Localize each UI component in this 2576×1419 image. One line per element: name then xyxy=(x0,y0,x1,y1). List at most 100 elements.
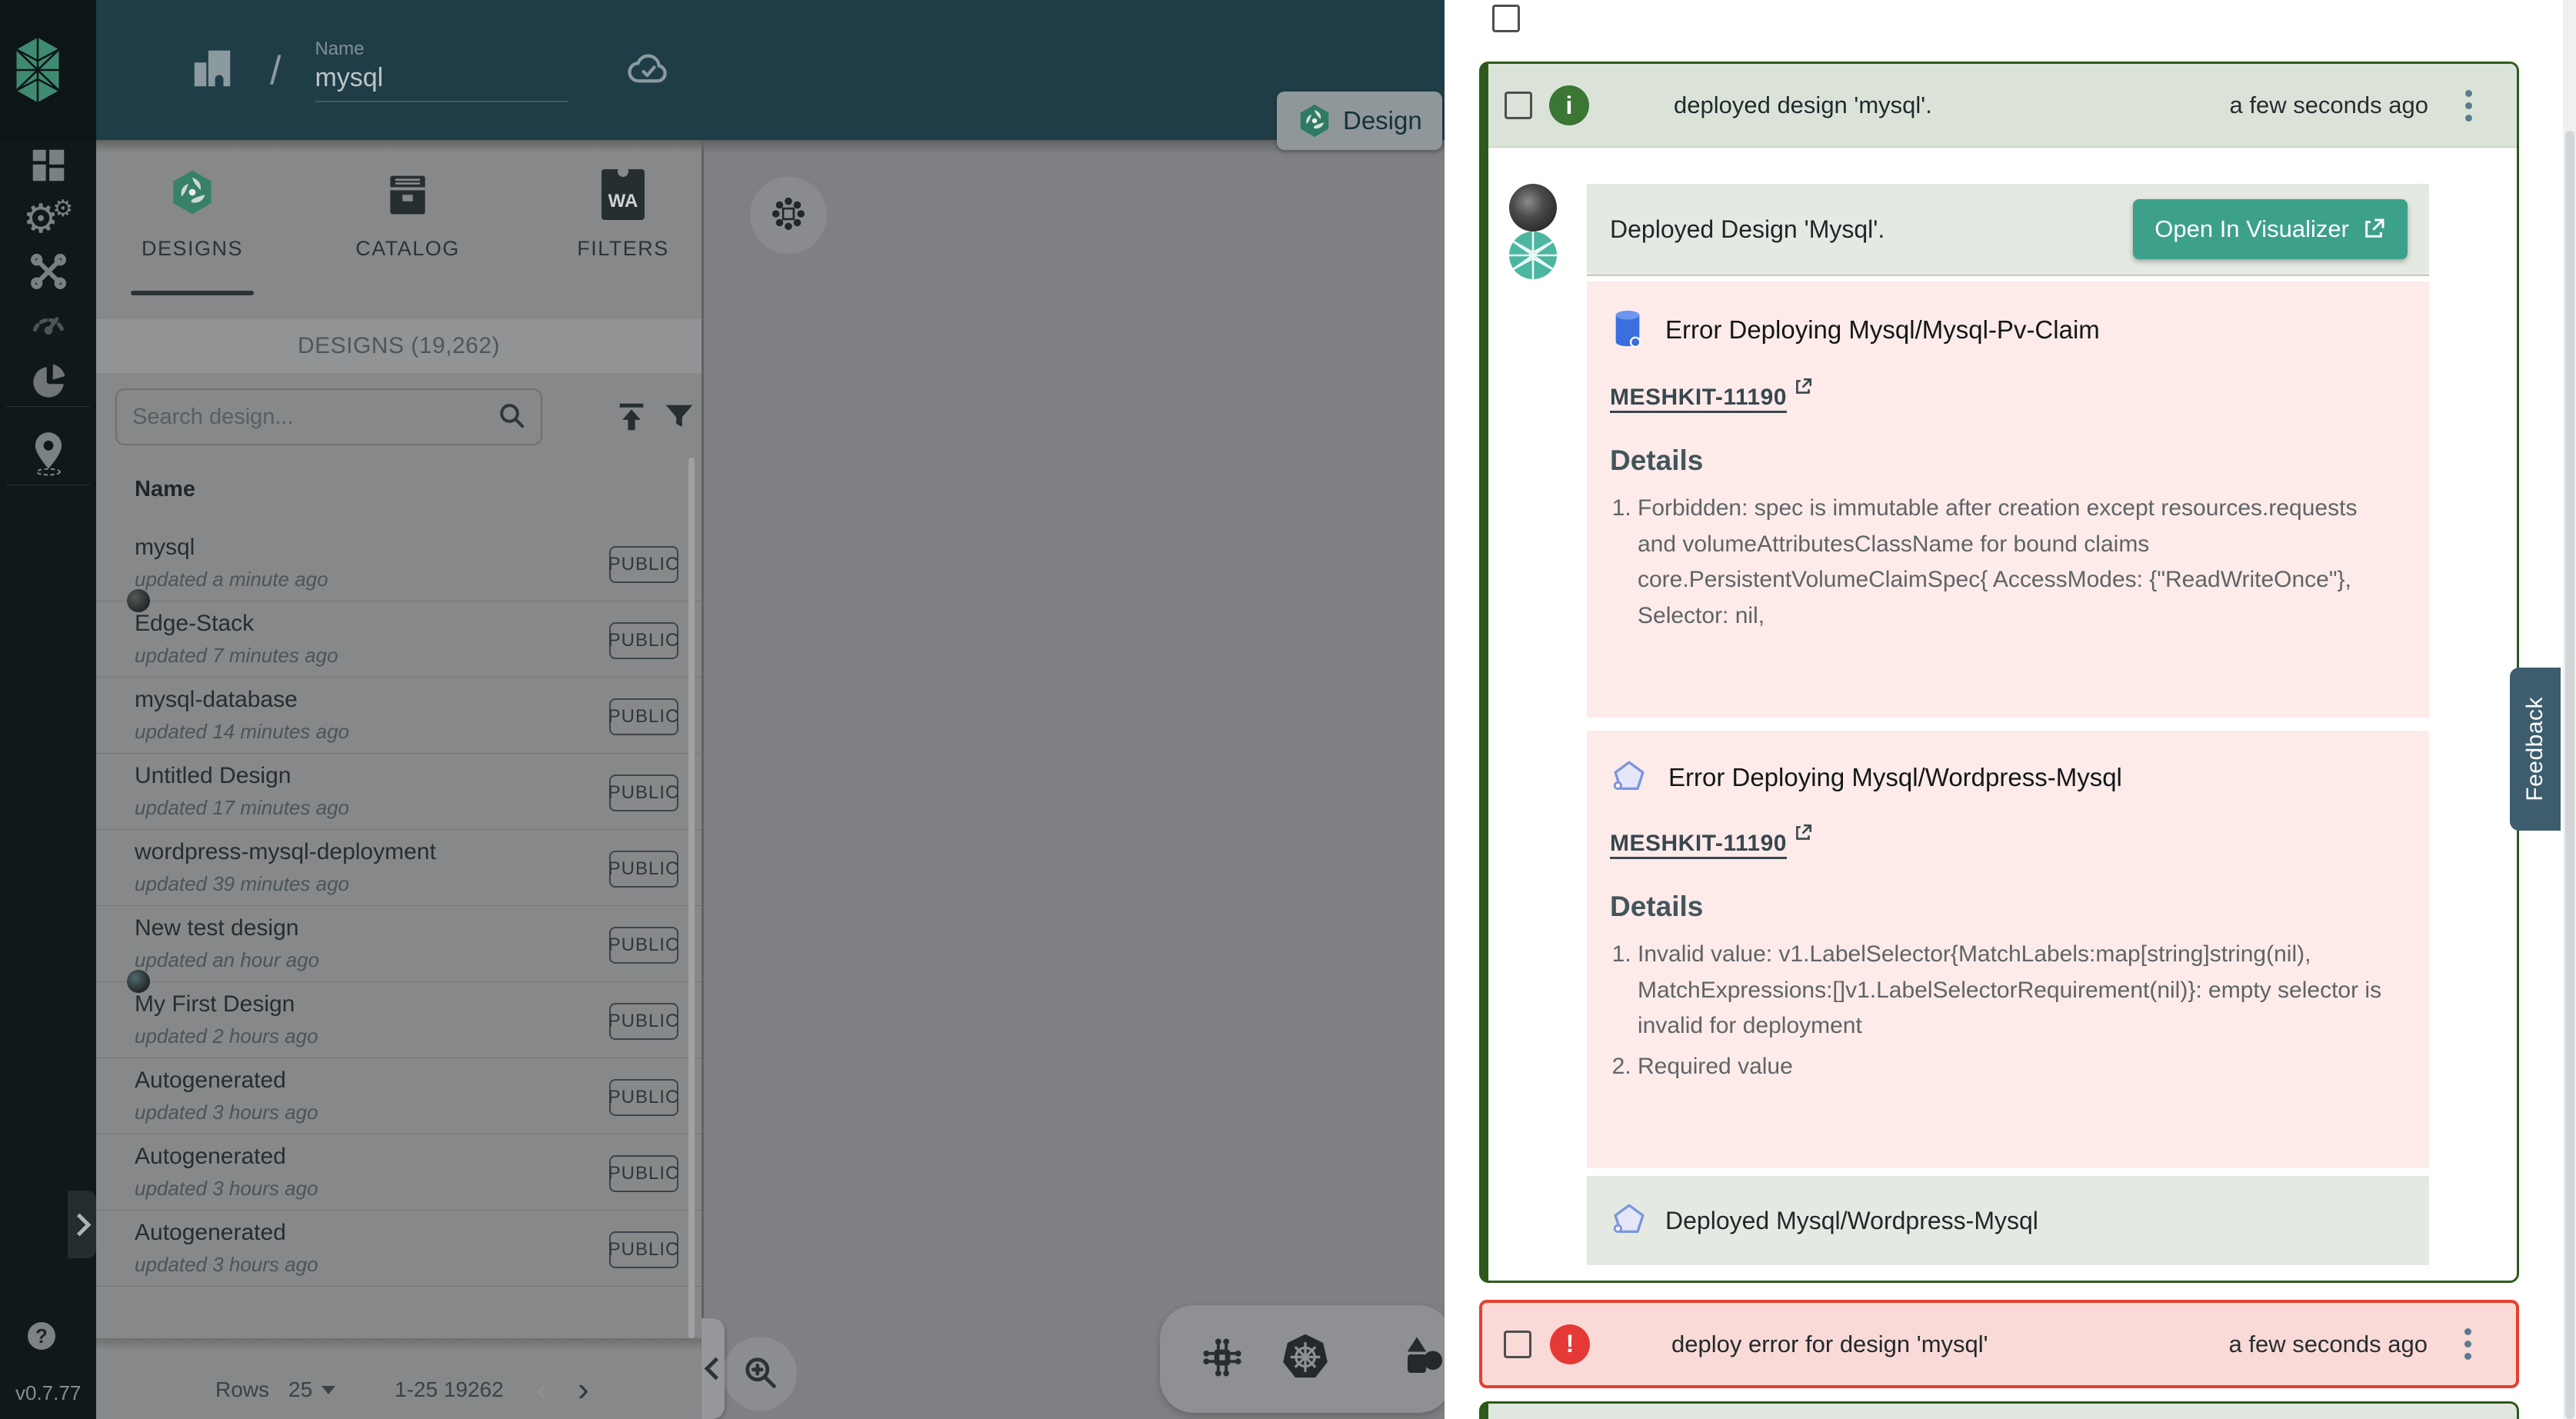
design-updated: updated an hour ago xyxy=(135,948,319,972)
error-detail-item: Forbidden: spec is immutable after creat… xyxy=(1638,491,2398,634)
visibility-badge: PUBLIC xyxy=(609,851,678,888)
design-name: My First Design xyxy=(135,991,295,1018)
visibility-badge: PUBLIC xyxy=(609,546,678,583)
kebab-menu-icon[interactable] xyxy=(2464,1328,2471,1360)
meshery-avatar xyxy=(1509,232,1557,279)
notification-checkbox[interactable] xyxy=(1504,1331,1531,1358)
open-in-visualizer-button[interactable]: Open In Visualizer xyxy=(2133,199,2408,259)
design-name: mysql xyxy=(135,535,195,561)
question-mark-icon: ? xyxy=(35,1324,48,1348)
design-name: Autogenerated xyxy=(135,1144,286,1170)
visibility-badge: PUBLIC xyxy=(609,927,678,964)
external-link-icon xyxy=(1793,823,1813,843)
design-row[interactable]: Autogenerated updated 3 hours ago PUBLIC xyxy=(96,1211,701,1287)
select-all-checkbox[interactable] xyxy=(1492,5,1520,32)
owner-avatar xyxy=(127,589,150,612)
organization-building-icon xyxy=(188,45,236,96)
design-row[interactable]: Edge-Stack updated 7 minutes ago PUBLIC xyxy=(96,601,701,678)
performance-icon[interactable] xyxy=(0,297,96,346)
chevron-left-icon xyxy=(704,1357,727,1381)
design-updated: updated 3 hours ago xyxy=(135,1101,318,1124)
meshkit-error-link[interactable]: MESHKIT-11190 xyxy=(1610,831,1787,857)
design-row[interactable]: New test design updated an hour ago PUBL… xyxy=(96,906,701,982)
design-updated: updated 7 minutes ago xyxy=(135,644,338,668)
design-node[interactable] xyxy=(750,177,827,254)
design-updated: updated a minute ago xyxy=(135,568,328,591)
design-row[interactable]: Autogenerated updated 3 hours ago PUBLIC xyxy=(96,1134,701,1211)
chevron-right-icon xyxy=(68,1213,92,1236)
column-header-name: Name xyxy=(135,477,195,502)
configuration-icon[interactable] xyxy=(0,247,96,296)
notification-title: deploy error for design 'mysql' xyxy=(1671,1331,1988,1358)
design-row[interactable]: mysql updated a minute ago PUBLIC xyxy=(96,525,701,601)
notification-card-success: i deployed design 'mysql'. a few seconds… xyxy=(1479,62,2519,1283)
lifecycle-icon[interactable]: ⚙ ⚙ xyxy=(0,195,96,244)
design-row[interactable]: Untitled Design updated 17 minutes ago P… xyxy=(96,754,701,830)
page-size-select[interactable]: 25 xyxy=(288,1371,335,1409)
external-link-icon xyxy=(2361,217,2386,241)
search-design-field[interactable] xyxy=(115,388,542,445)
meshkit-error-link[interactable]: MESHKIT-11190 xyxy=(1610,385,1787,411)
design-row[interactable]: Autogenerated updated 3 hours ago PUBLIC xyxy=(96,1058,701,1134)
tab-filters[interactable]: WA FILTERS xyxy=(558,155,688,286)
deploy-error-block: Error Deploying Mysql/Wordpress-Mysql ME… xyxy=(1587,731,2429,1168)
panel-collapse-handle[interactable] xyxy=(701,1318,725,1419)
list-scrollbar[interactable] xyxy=(688,458,695,1338)
rail-expand-handle[interactable] xyxy=(68,1191,96,1258)
cloud-save-status-icon[interactable] xyxy=(625,45,671,95)
tab-designs[interactable]: DESIGNS xyxy=(127,155,258,286)
meshery-logo[interactable] xyxy=(0,0,96,140)
deployed-design-text: Deployed Design 'Mysql'. xyxy=(1610,215,1885,244)
notification-title: deployed design 'mysql'. xyxy=(1674,92,1932,119)
location-pin-icon[interactable] xyxy=(0,429,96,478)
notification-header[interactable]: i deployed design 'mysql'. a few seconds… xyxy=(1488,64,2517,148)
error-icon: ! xyxy=(1550,1324,1590,1364)
filter-funnel-button[interactable] xyxy=(659,397,699,437)
design-mode-chip[interactable]: Design xyxy=(1277,92,1442,150)
info-icon: i xyxy=(1549,85,1589,125)
tab-catalog[interactable]: CATALOG xyxy=(342,155,473,286)
mode-chip-label: Design xyxy=(1343,106,1422,135)
feedback-tab[interactable]: Feedback xyxy=(2510,668,2561,831)
design-name: mysql-database xyxy=(135,687,298,713)
design-updated: updated 14 minutes ago xyxy=(135,720,349,744)
user-avatar xyxy=(1509,184,1557,232)
design-row[interactable]: wordpress-mysql-deployment updated 39 mi… xyxy=(96,830,701,906)
kubernetes-icon[interactable] xyxy=(1280,1332,1331,1387)
design-name-input[interactable] xyxy=(315,60,568,102)
design-name: Untitled Design xyxy=(135,763,291,789)
dashboard-icon[interactable] xyxy=(0,141,96,190)
design-canvas xyxy=(704,140,1445,1419)
design-row[interactable]: mysql-database updated 14 minutes ago PU… xyxy=(96,678,701,754)
extensions-icon[interactable] xyxy=(0,358,96,407)
drawer-scrollbar-thumb[interactable] xyxy=(2565,131,2574,1419)
error-title: Error Deploying Mysql/Mysql-Pv-Claim xyxy=(1665,315,2100,345)
notification-checkbox[interactable] xyxy=(1505,92,1532,119)
service-pentagon-icon xyxy=(1610,1201,1648,1240)
design-name: Edge-Stack xyxy=(135,611,254,637)
owner-avatar xyxy=(127,970,150,993)
circuit-icon[interactable] xyxy=(1198,1334,1246,1385)
notification-drawer: i deployed design 'mysql'. a few seconds… xyxy=(1445,0,2576,1419)
design-name: Autogenerated xyxy=(135,1220,286,1246)
next-page-button[interactable]: › xyxy=(578,1371,589,1409)
notification-card-partial[interactable] xyxy=(1479,1401,2519,1419)
design-updated: updated 3 hours ago xyxy=(135,1177,318,1201)
notification-card-error[interactable]: ! deploy error for design 'mysql' a few … xyxy=(1479,1300,2519,1388)
tab-label: CATALOG xyxy=(355,237,460,261)
design-row[interactable]: My First Design updated 2 hours ago PUBL… xyxy=(96,982,701,1058)
shapes-icon[interactable] xyxy=(1398,1333,1445,1386)
search-input[interactable] xyxy=(131,404,496,431)
search-icon[interactable] xyxy=(496,400,527,435)
help-button[interactable]: ? xyxy=(28,1322,55,1350)
upload-design-button[interactable] xyxy=(612,397,651,437)
app-header: / Name Design xyxy=(96,0,1445,140)
header-shadow xyxy=(96,140,701,152)
kebab-menu-icon[interactable] xyxy=(2465,90,2472,122)
prev-page-button[interactable]: ‹ xyxy=(536,1371,548,1409)
open-in-visualizer-label: Open In Visualizer xyxy=(2154,215,2349,243)
visibility-badge: PUBLIC xyxy=(609,1003,678,1040)
visibility-badge: PUBLIC xyxy=(609,1231,678,1268)
zoom-in-button[interactable] xyxy=(723,1337,797,1411)
visibility-badge: PUBLIC xyxy=(609,1079,678,1116)
